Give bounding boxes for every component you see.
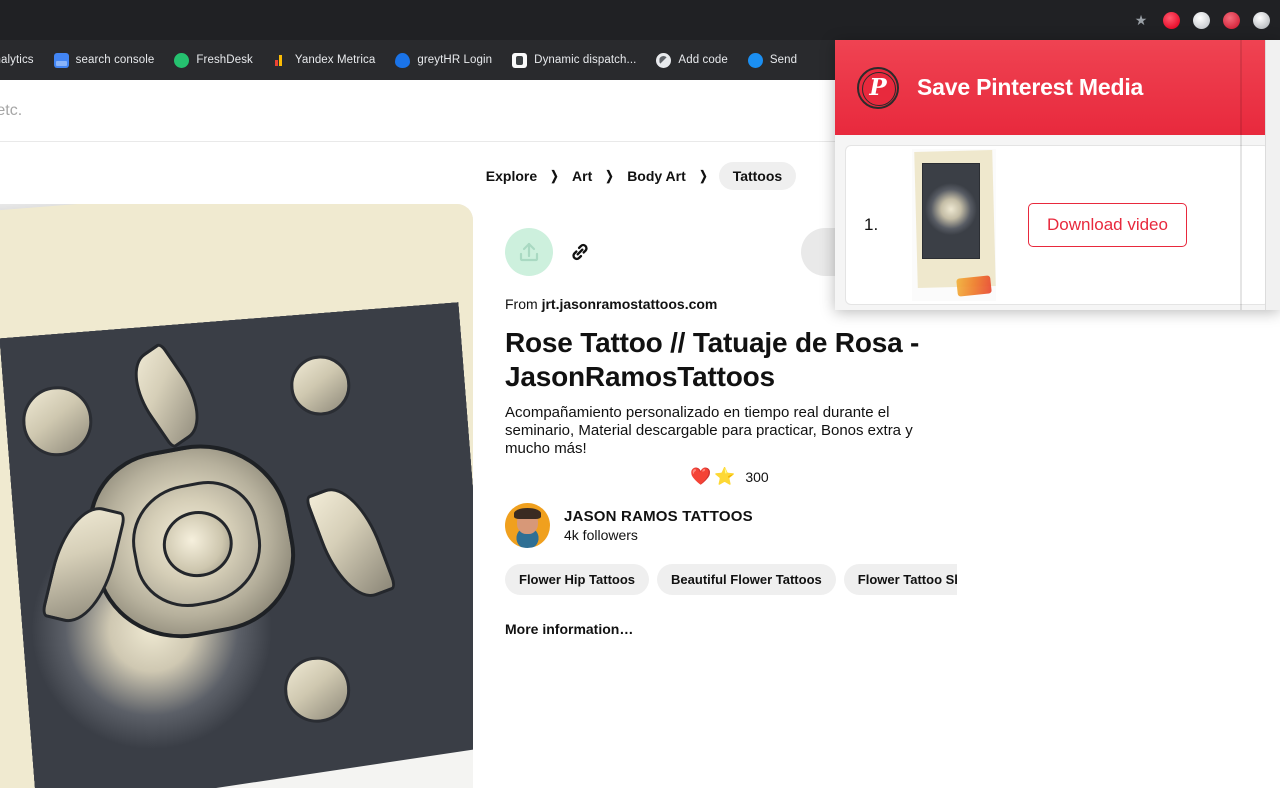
share-upload-glyph: [519, 242, 539, 262]
share-upload-icon[interactable]: [505, 228, 553, 276]
creator-followers: 4k followers: [564, 527, 638, 543]
bookmark-search-console[interactable]: search console: [46, 49, 163, 72]
creator-name: JASON RAMOS TATTOOS: [564, 508, 753, 525]
bookmark-yandex-metrica[interactable]: Yandex Metrica: [265, 49, 383, 72]
bookmark-label: Dynamic dispatch...: [534, 54, 637, 66]
bookmark-dynamic-dispatch[interactable]: Dynamic dispatch...: [504, 49, 644, 72]
reaction-row: ❤️ ⭐ 300: [505, 468, 1280, 485]
browser-toolbar: ★: [0, 0, 1280, 40]
media-item-index: 1.: [864, 215, 879, 234]
breadcrumb-item-art[interactable]: Art: [570, 164, 594, 188]
freshdesk-icon: [174, 52, 190, 68]
pinterest-logo-icon: P: [857, 66, 899, 109]
extension-icon-red-2[interactable]: [1216, 6, 1246, 34]
popup-edge-shadow: [1240, 40, 1242, 310]
chevron-right-icon: ❯: [699, 168, 708, 183]
link-icon[interactable]: [567, 239, 593, 265]
bookmark-label: FreshDesk: [196, 54, 253, 66]
bookmark-label: search console: [75, 54, 155, 66]
breadcrumb-item-body-art[interactable]: Body Art: [625, 164, 688, 188]
pin-image[interactable]: [0, 204, 473, 788]
tag-chip-row: Flower Hip Tattoos Beautiful Flower Tatt…: [505, 564, 957, 595]
creator-text-block: JASON RAMOS TATTOOS 4k followers: [564, 508, 753, 543]
greythr-icon: [395, 52, 411, 68]
avatar[interactable]: [505, 503, 550, 548]
browser-toolbar-icons: ★: [1126, 6, 1276, 34]
bookmark-freshdesk[interactable]: FreshDesk: [166, 49, 261, 72]
breadcrumb-item-tattoos[interactable]: Tattoos: [718, 162, 797, 190]
bookmark-star-icon[interactable]: ★: [1126, 6, 1156, 34]
bookmark-analytics[interactable]: analytics: [0, 49, 42, 72]
popup-title: Save Pinterest Media: [917, 74, 1144, 100]
breadcrumb-item-explore[interactable]: Explore: [484, 164, 539, 188]
tattoo-artwork: [0, 204, 473, 788]
media-item-row: 1. Download video: [845, 145, 1270, 305]
chevron-right-icon: ❯: [550, 168, 559, 183]
tag-chip[interactable]: Beautiful Flower Tattoos: [657, 564, 836, 595]
reaction-count: 300: [745, 468, 769, 485]
bookmark-star-glyph: ★: [1134, 12, 1148, 28]
thumbnail-artwork: [922, 163, 980, 259]
more-information-link[interactable]: More information…: [505, 621, 1280, 637]
bookmark-label: Send: [769, 54, 798, 66]
extension-icon-red[interactable]: [1156, 6, 1186, 34]
creator-profile[interactable]: JASON RAMOS TATTOOS 4k followers: [505, 503, 1280, 548]
link-glyph: [572, 243, 588, 261]
save-pinterest-media-popup: P Save Pinterest Media 1. Download video: [835, 40, 1280, 310]
search-console-icon: [53, 52, 69, 68]
source-domain-link[interactable]: jrt.jasonramostattoos.com: [542, 296, 718, 312]
bookmark-label: greytHR Login: [417, 54, 493, 66]
bookmark-add-code[interactable]: Add code: [648, 49, 735, 72]
add-code-icon: [656, 52, 672, 68]
tag-chip[interactable]: Flower Tattoo Shoul: [843, 564, 957, 595]
bookmark-label: Yandex Metrica: [294, 54, 376, 66]
popup-body: 1. Download video: [835, 135, 1280, 310]
popup-scrollbar[interactable]: [1265, 40, 1280, 310]
chevron-right-icon: ❯: [605, 168, 614, 183]
bookmark-send[interactable]: Send: [740, 49, 805, 72]
thumbnail-watermark: [956, 275, 992, 297]
send-icon: [747, 52, 763, 68]
yandex-metrica-icon: [272, 52, 288, 68]
pin-description: Acompañamiento personalizado en tiempo r…: [505, 404, 913, 457]
extension-icon-red2-dot: [1222, 11, 1240, 29]
extension-icon-pale[interactable]: [1246, 6, 1276, 34]
star-face-emoji: ⭐: [714, 467, 736, 486]
from-prefix-label: From: [505, 296, 538, 312]
download-video-button[interactable]: Download video: [1028, 203, 1187, 247]
bookmark-label: analytics: [0, 54, 34, 66]
bookmark-greythr-login[interactable]: greytHR Login: [387, 49, 500, 72]
pinterest-logo-letter: P: [869, 73, 887, 101]
page-title: Rose Tattoo // Tatuaje de Rosa - JasonRa…: [505, 327, 920, 392]
heart-face-emoji: ❤️: [690, 467, 712, 486]
extension-icon-white[interactable]: [1186, 6, 1216, 34]
bookmark-label: Add code: [678, 54, 728, 66]
dynamic-dispatch-icon: [512, 52, 528, 68]
tag-chip[interactable]: Flower Hip Tattoos: [505, 564, 650, 595]
extension-icon-pale-dot: [1252, 11, 1270, 29]
extension-icon-white-dot: [1192, 11, 1210, 29]
popup-header: P Save Pinterest Media: [835, 40, 1280, 135]
rose-tattoo-thumbnail[interactable]: [912, 149, 996, 301]
extension-icon-red-dot: [1162, 11, 1180, 29]
